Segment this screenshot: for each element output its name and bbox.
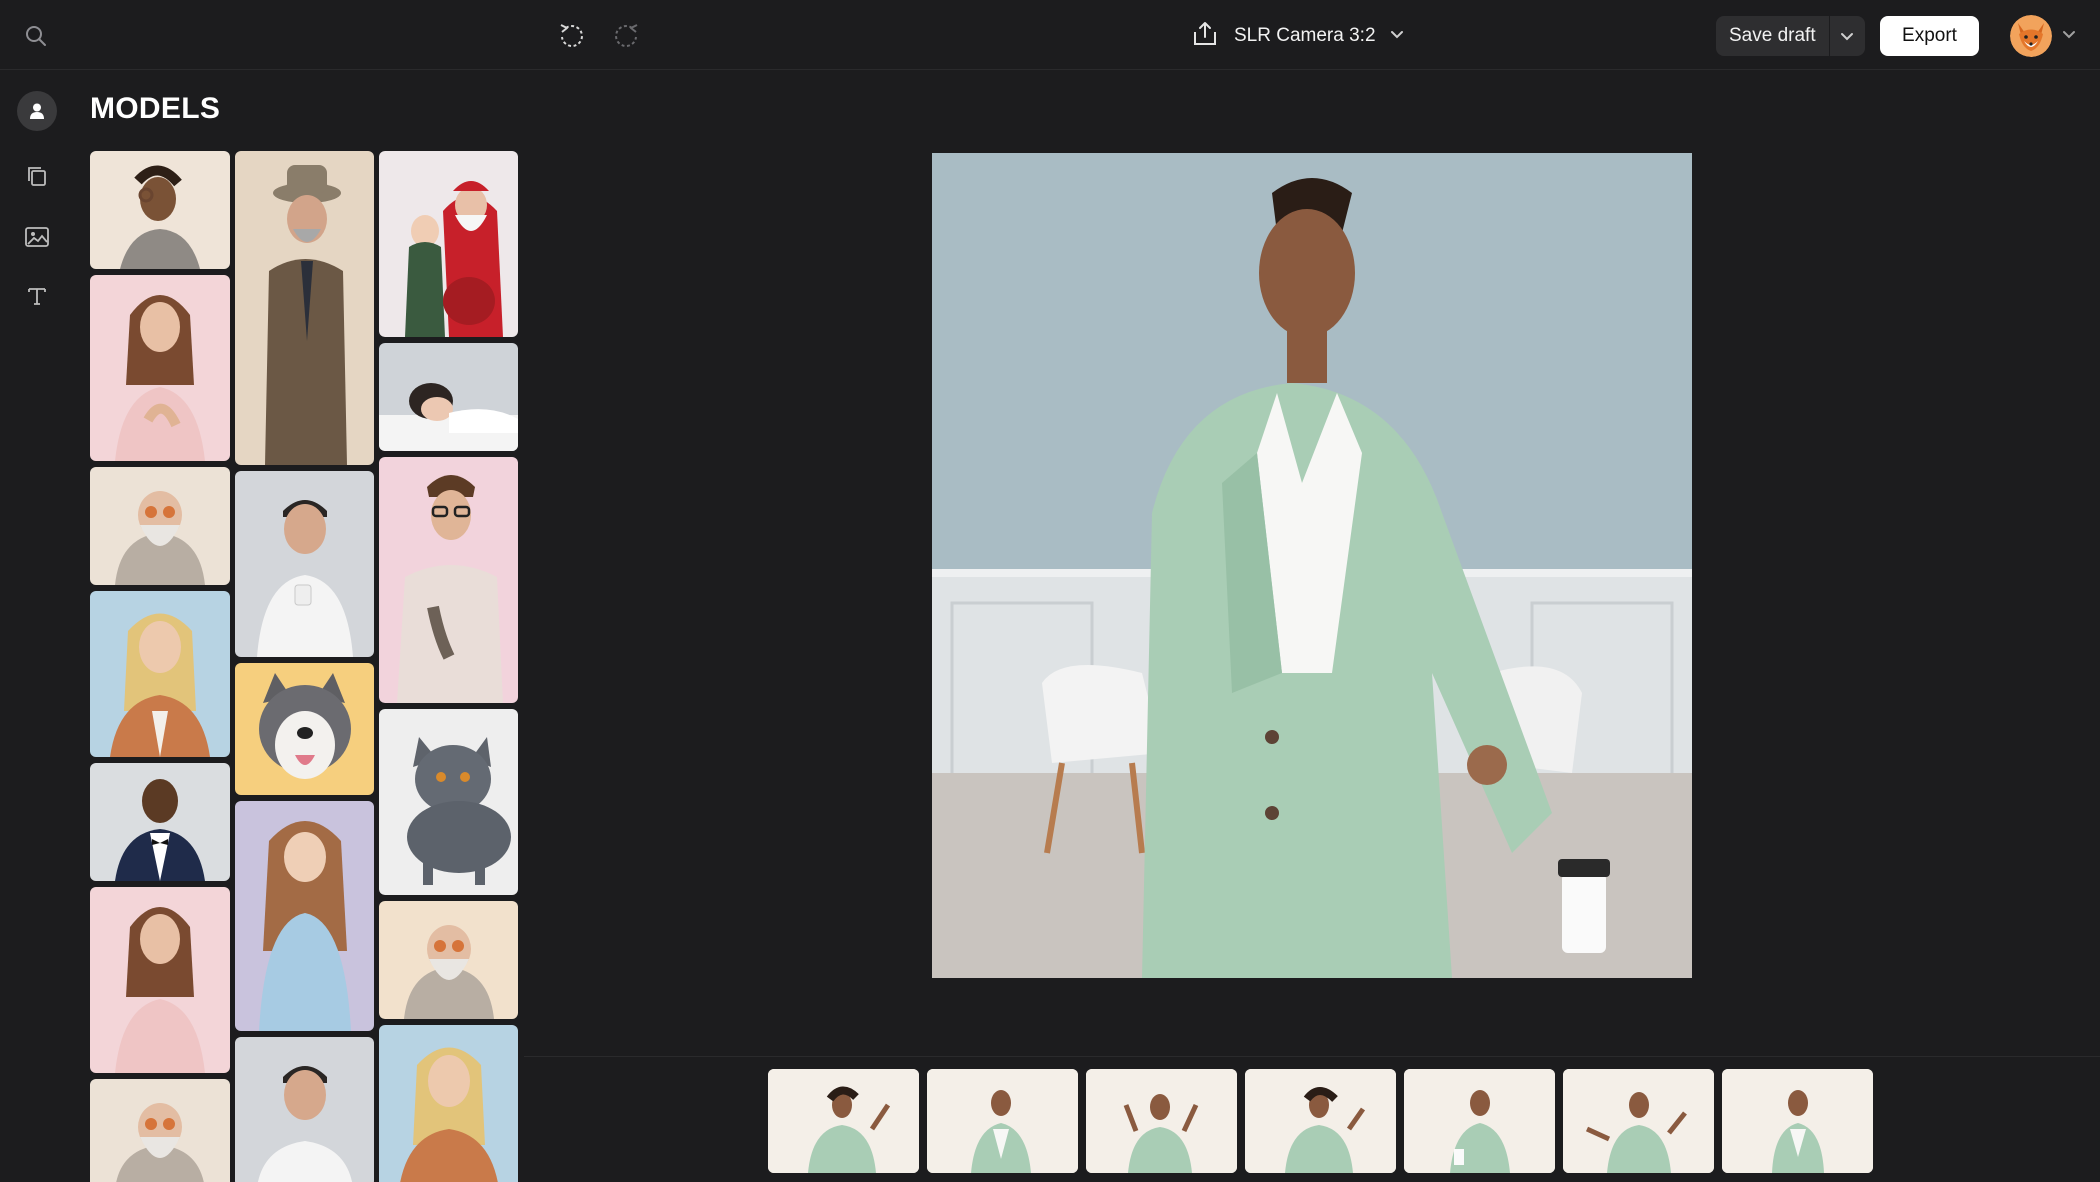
chevron-down-icon <box>1390 27 1404 46</box>
rail-item-backgrounds[interactable] <box>17 217 57 257</box>
save-draft-button[interactable]: Save draft <box>1716 16 1829 56</box>
model-thumbnail[interactable] <box>90 1079 230 1182</box>
undo-icon[interactable] <box>554 18 588 52</box>
pose-thumbnail[interactable] <box>1404 1069 1555 1173</box>
pose-filmstrip <box>524 1056 2100 1182</box>
model-thumbnail[interactable] <box>379 151 518 337</box>
model-thumbnail[interactable] <box>90 591 230 757</box>
image-icon <box>25 227 49 247</box>
rail-item-text[interactable] <box>17 276 57 316</box>
text-icon <box>28 288 46 305</box>
avatar[interactable] <box>2010 15 2052 57</box>
model-thumbnail[interactable] <box>235 663 374 795</box>
canvas-area <box>524 71 2100 1056</box>
pose-thumbnail[interactable] <box>768 1069 919 1173</box>
model-thumbnail[interactable] <box>379 1025 518 1182</box>
pose-thumbnail[interactable] <box>927 1069 1078 1173</box>
model-thumbnail[interactable] <box>235 801 374 1031</box>
pose-thumbnail[interactable] <box>1086 1069 1237 1173</box>
model-thumbnail[interactable] <box>379 457 518 703</box>
model-thumbnail[interactable] <box>90 763 230 881</box>
rail-item-models[interactable] <box>17 91 57 131</box>
pose-thumbnail[interactable] <box>1722 1069 1873 1173</box>
redo-icon[interactable] <box>610 18 644 52</box>
editor-app: SLR Camera 3:2 Save draft Export MODELS <box>0 0 2100 1182</box>
top-bar: SLR Camera 3:2 Save draft Export <box>0 0 2100 70</box>
share-icon[interactable] <box>1190 19 1220 54</box>
chevron-down-icon <box>2062 27 2076 46</box>
document-format-selector[interactable]: SLR Camera 3:2 <box>1190 16 1404 56</box>
pose-thumbnail[interactable] <box>1245 1069 1396 1173</box>
model-thumbnail[interactable] <box>90 887 230 1073</box>
save-draft-group: Save draft <box>1716 16 1865 56</box>
export-button[interactable]: Export <box>1880 16 1979 56</box>
model-thumbnail[interactable] <box>90 275 230 461</box>
models-panel: MODELS <box>74 71 524 1182</box>
search-icon[interactable] <box>20 20 52 52</box>
model-thumbnail[interactable] <box>235 1037 374 1182</box>
save-options-button[interactable] <box>1828 16 1865 56</box>
model-thumbnail[interactable] <box>379 343 518 451</box>
model-thumbnail[interactable] <box>235 471 374 657</box>
model-thumbnail[interactable] <box>90 151 230 269</box>
model-thumbnail[interactable] <box>379 901 518 1019</box>
pose-thumbnail[interactable] <box>1563 1069 1714 1173</box>
panel-title: MODELS <box>90 92 221 125</box>
main-model-image[interactable] <box>932 153 1692 978</box>
model-thumbnail[interactable] <box>235 151 374 465</box>
model-thumbnail[interactable] <box>90 467 230 585</box>
person-icon <box>30 103 44 119</box>
tool-rail <box>0 71 74 1182</box>
account-menu[interactable] <box>2010 14 2076 58</box>
layers-icon <box>28 167 46 186</box>
chevron-down-icon <box>1841 33 1854 41</box>
rail-item-layouts[interactable] <box>17 156 57 196</box>
model-thumbnail[interactable] <box>379 709 518 895</box>
document-title: SLR Camera 3:2 <box>1234 25 1376 46</box>
